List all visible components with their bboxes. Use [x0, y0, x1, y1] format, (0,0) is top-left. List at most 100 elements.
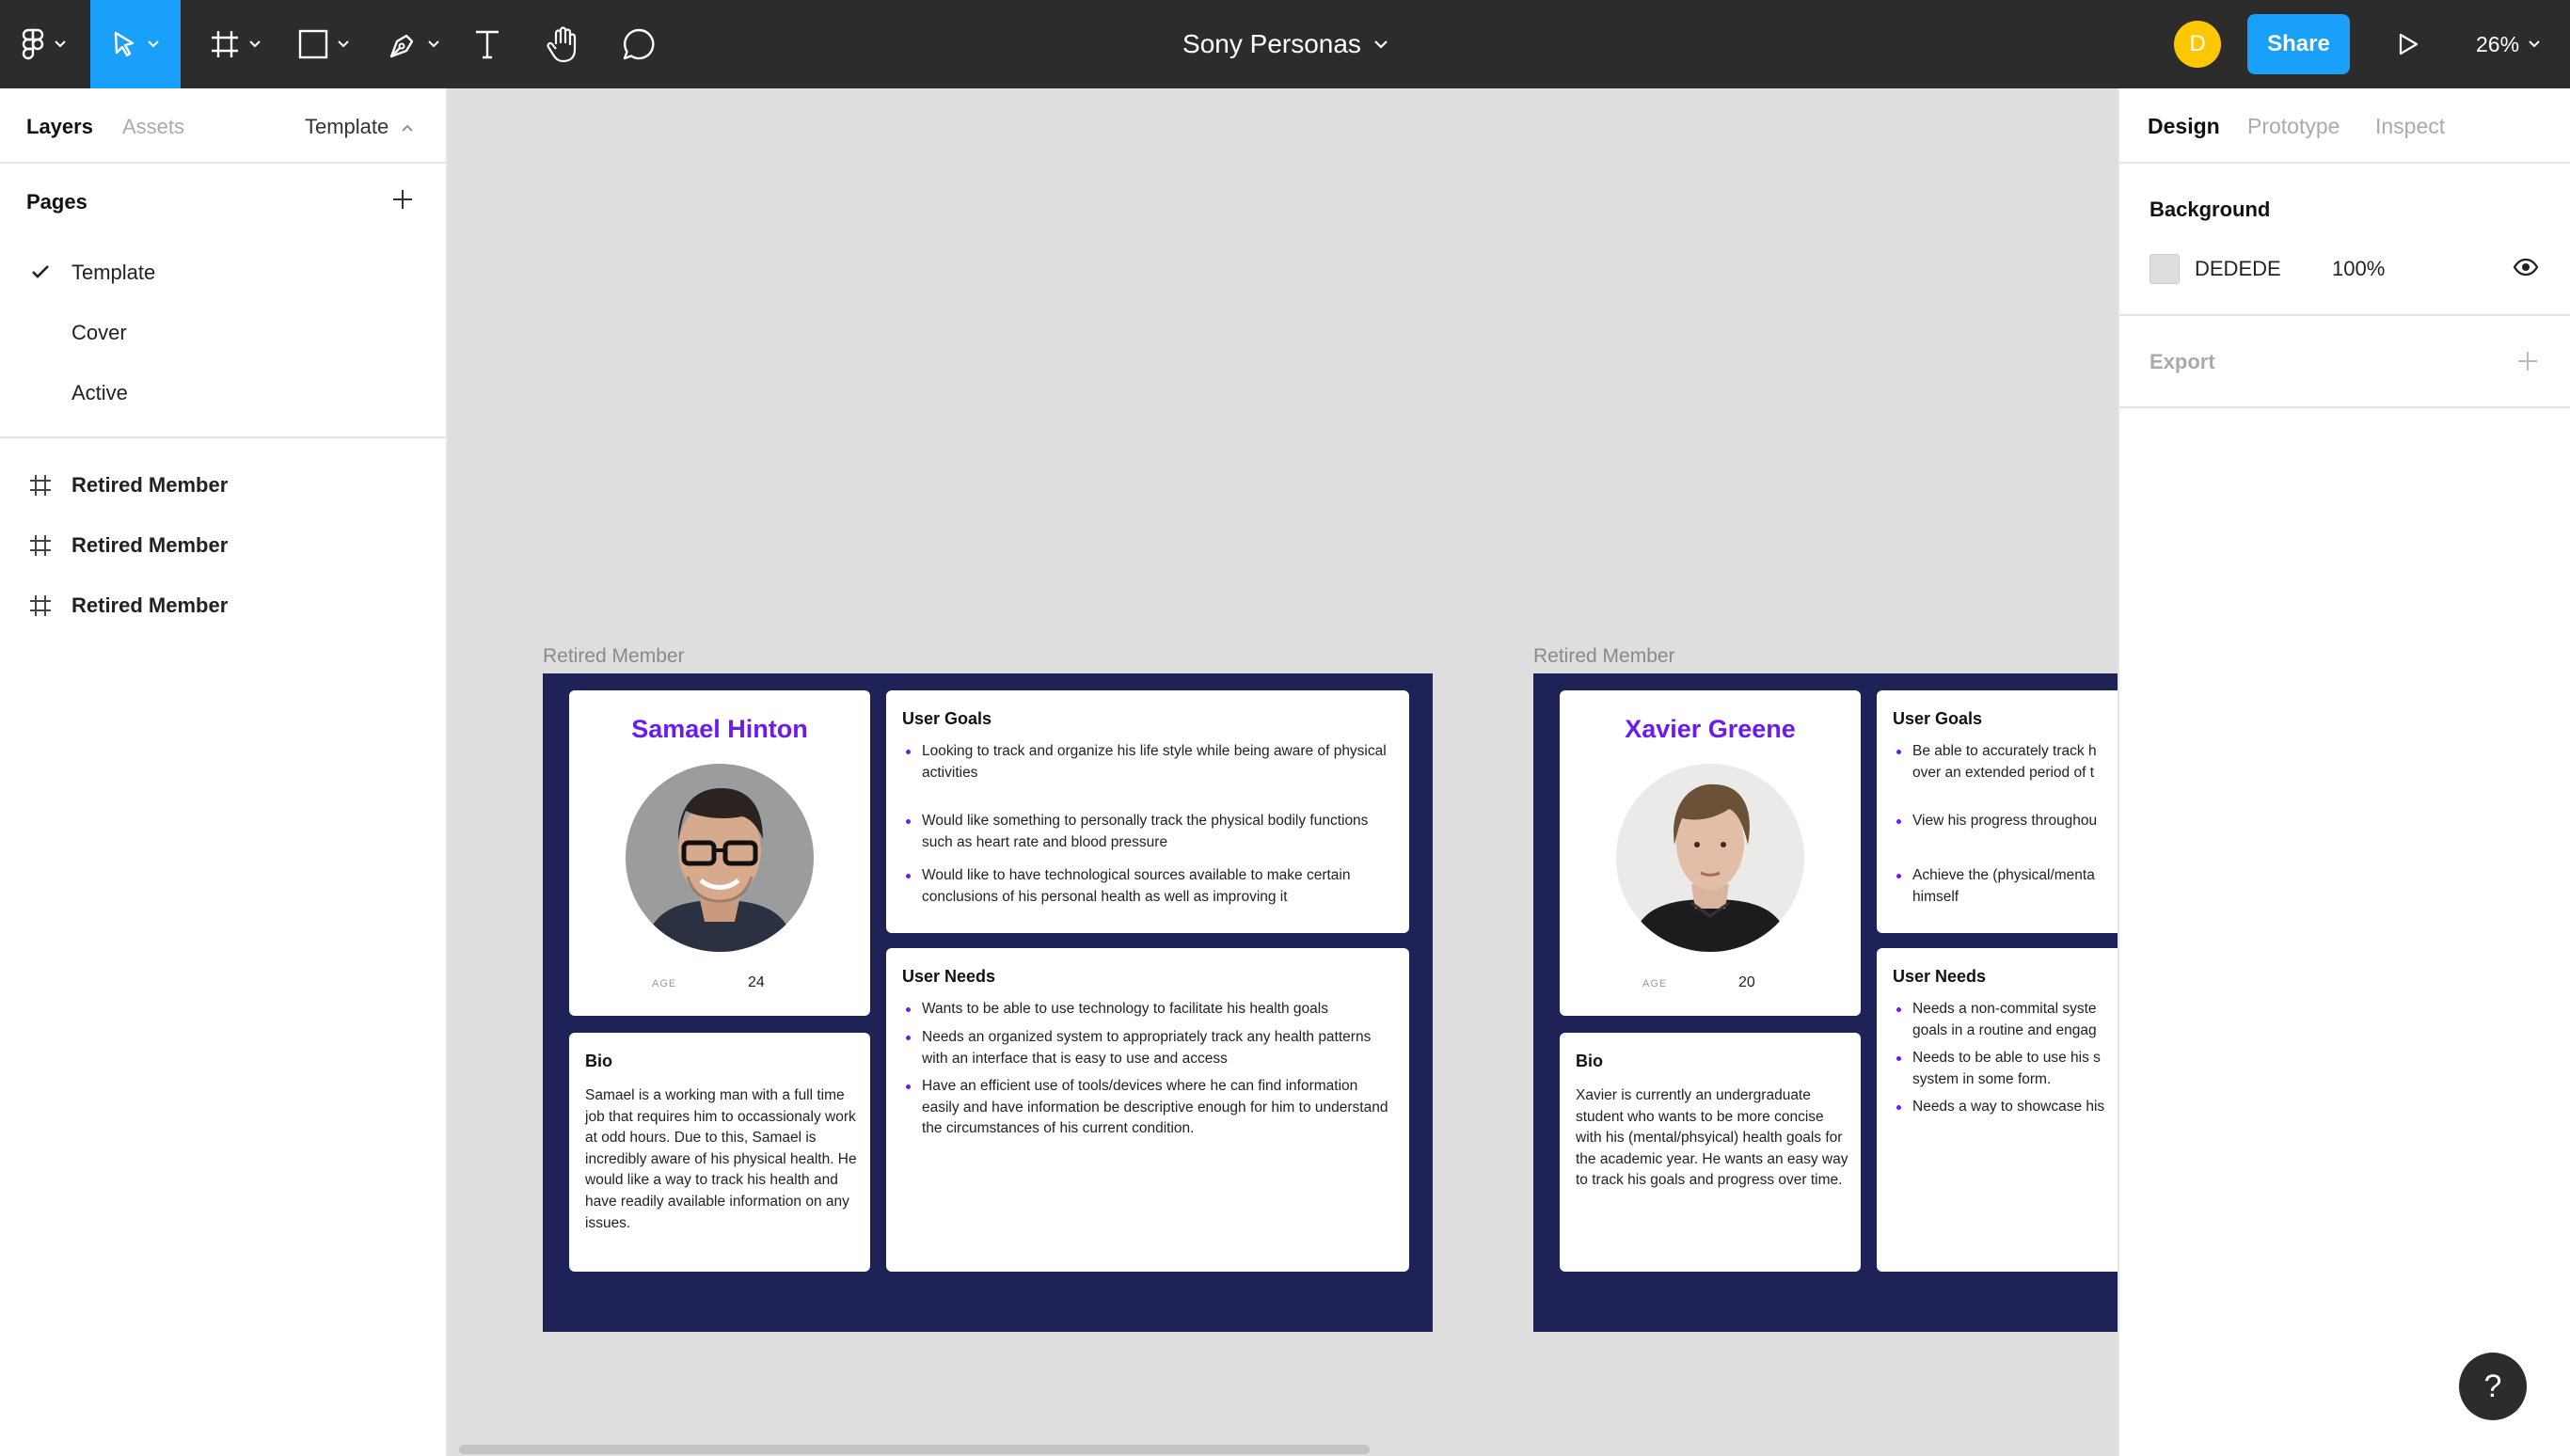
add-export-icon[interactable] [2516, 350, 2539, 372]
chevron-down-icon [428, 40, 439, 48]
bio-card: Bio Xavier is currently an undergraduate… [1560, 1033, 1861, 1272]
share-button[interactable]: Share [2247, 14, 2350, 74]
frame-icon [30, 595, 51, 616]
chevron-down-icon [148, 40, 159, 48]
bio-heading: Bio [585, 1052, 612, 1070]
frame-label[interactable]: Retired Member [543, 645, 685, 668]
zoom-level: 26% [2476, 31, 2520, 56]
persona-photo [626, 764, 814, 952]
left-panel-tabs: Layers Assets Template [0, 88, 446, 164]
file-title-button[interactable]: Sony Personas [1182, 29, 1388, 59]
checkmark-icon [32, 265, 49, 278]
file-title: Sony Personas [1182, 29, 1361, 58]
page-item-template[interactable]: Template [0, 243, 446, 303]
tab-design[interactable]: Design [2148, 114, 2220, 139]
need-item: Needs an organized system to appropriate… [902, 1027, 1391, 1069]
background-color-swatch[interactable] [2150, 254, 2180, 284]
need-item: Needs to be able to use his s system in … [1893, 1048, 2118, 1090]
layer-item[interactable]: Retired Member [0, 455, 446, 515]
page-selector[interactable]: Template [305, 115, 414, 139]
persona-frame[interactable]: Samael Hinton AGE 24 Bio Samael is a wor… [543, 673, 1433, 1332]
needs-heading: User Needs [1893, 967, 1987, 986]
background-heading: Background [2150, 198, 2271, 221]
layer-item[interactable]: Retired Member [0, 576, 446, 636]
pen-tool-button[interactable] [380, 0, 448, 88]
page-label: Cover [71, 321, 127, 344]
frame-icon [30, 535, 51, 556]
bio-heading: Bio [1576, 1052, 1603, 1070]
main-menu-button[interactable] [15, 0, 71, 88]
user-goals-card: User Goals Be able to accurately track h… [1877, 690, 2118, 933]
user-needs-card: User Needs Wants to be able to use techn… [886, 948, 1409, 1272]
goal-item: View his progress throughou [1893, 811, 2118, 832]
chevron-down-icon [249, 40, 261, 48]
tab-assets[interactable]: Assets [122, 115, 184, 139]
bio-text: Samael is a working man with a full time… [585, 1087, 857, 1231]
text-icon [476, 30, 499, 59]
add-page-icon[interactable] [391, 188, 414, 211]
chevron-down-icon [2529, 40, 2540, 48]
user-goals-card: User Goals Looking to track and organize… [886, 690, 1409, 933]
user-avatar[interactable]: D [2174, 21, 2221, 68]
hand-icon [547, 26, 577, 63]
goals-heading: User Goals [902, 709, 992, 728]
persona-name: Samael Hinton [631, 715, 808, 743]
eye-icon[interactable] [2513, 258, 2539, 277]
chevron-up-icon [402, 124, 414, 132]
zoom-menu[interactable]: 26% [2476, 0, 2540, 88]
comment-icon [623, 28, 655, 60]
page-item-cover[interactable]: Cover [0, 303, 446, 363]
page-label: Active [71, 381, 128, 404]
need-item: Have an efficient use of tools/devices w… [902, 1076, 1391, 1140]
comment-tool-button[interactable] [615, 0, 662, 88]
pen-icon [389, 34, 414, 58]
layer-item[interactable]: Retired Member [0, 515, 446, 576]
frame-tool-button[interactable] [201, 0, 269, 88]
layer-label: Retired Member [71, 473, 229, 497]
hand-tool-button[interactable] [540, 0, 587, 88]
pages-header: Pages [0, 164, 446, 243]
need-item: Wants to be able to use technology to fa… [902, 999, 1391, 1021]
design-panel: Design Prototype Inspect Background DEDE… [2118, 88, 2570, 1456]
present-button[interactable] [2389, 0, 2427, 88]
persona-photo [1616, 764, 1804, 952]
layer-label: Retired Member [71, 593, 229, 617]
tab-layers[interactable]: Layers [26, 115, 93, 139]
tab-inspect[interactable]: Inspect [2375, 114, 2445, 139]
move-tool-button[interactable] [90, 0, 181, 88]
goals-heading: User Goals [1893, 709, 1983, 728]
background-hex-input[interactable]: DEDEDE [2195, 257, 2281, 281]
canvas[interactable]: Retired Member Samael Hinton AGE 24 Bio … [448, 88, 2118, 1456]
age-label: AGE [1642, 978, 1668, 989]
help-button[interactable]: ? [2459, 1353, 2527, 1420]
export-section: Export [2119, 316, 2570, 408]
pages-heading: Pages [26, 190, 87, 214]
needs-heading: User Needs [902, 967, 996, 986]
frame-icon [212, 31, 238, 57]
background-section: Background DEDEDE 100% [2119, 164, 2570, 316]
goal-item: Achieve the (physical/menta himself [1893, 865, 2118, 908]
page-item-active[interactable]: Active [0, 363, 446, 423]
persona-frame[interactable]: Xavier Greene AGE 20 Bio Xavier is curre… [1533, 673, 2118, 1332]
age-label: AGE [652, 978, 677, 989]
text-tool-button[interactable] [467, 0, 508, 88]
bio-text: Xavier is currently an undergraduate stu… [1576, 1087, 1848, 1189]
horizontal-scrollbar[interactable] [459, 1445, 1370, 1454]
age-value: 20 [1738, 974, 1755, 990]
profile-card: Xavier Greene AGE 20 [1560, 690, 1861, 1016]
goal-item: Would like to have technological sources… [902, 865, 1391, 908]
page-selector-label: Template [305, 115, 389, 138]
goal-item: Would like something to personally track… [902, 811, 1391, 853]
need-item: Needs a non-commital syste goals in a ro… [1893, 999, 2118, 1041]
page-label: Template [71, 261, 156, 284]
bio-card: Bio Samael is a working man with a full … [569, 1033, 870, 1272]
shape-tool-button[interactable] [290, 0, 357, 88]
need-item: Needs a way to showcase his [1893, 1097, 2118, 1118]
user-needs-card: User Needs Needs a non-commital syste go… [1877, 948, 2118, 1272]
tab-prototype[interactable]: Prototype [2247, 114, 2340, 139]
background-opacity-input[interactable]: 100% [2332, 257, 2385, 281]
rectangle-icon [298, 29, 328, 59]
goal-item: Looking to track and organize his life s… [902, 741, 1391, 783]
toolbar: Sony Personas D Share 26% [0, 0, 2570, 88]
frame-label[interactable]: Retired Member [1533, 645, 1675, 668]
